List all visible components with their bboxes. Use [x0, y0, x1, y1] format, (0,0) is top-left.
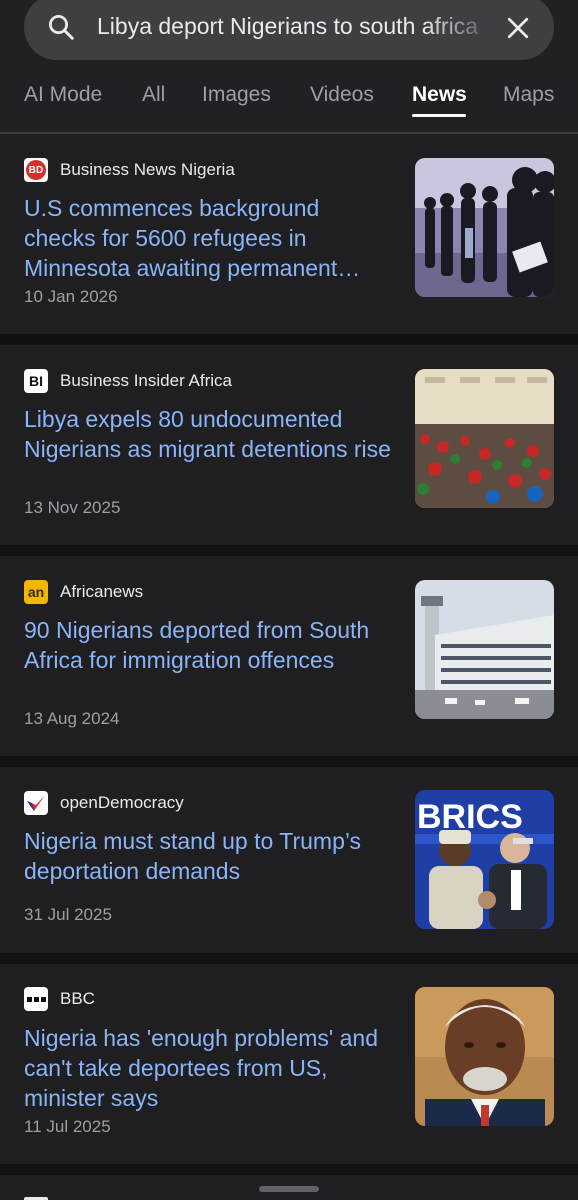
minister-portrait-photo[interactable]: [415, 987, 554, 1126]
source-logo-opendemocracy: [24, 791, 48, 815]
tab-images[interactable]: Images: [202, 83, 271, 107]
clear-icon[interactable]: [503, 13, 533, 43]
search-input[interactable]: Libya deport Nigerians to south africa: [97, 13, 497, 40]
headline-link[interactable]: Nigeria must stand up to Trump’s deporta…: [24, 826, 392, 886]
headline-link[interactable]: 90 Nigerians deported from South Africa …: [24, 615, 392, 675]
news-result-4[interactable]: openDemocracy Nigeria must stand up to T…: [0, 767, 578, 967]
source-logo-africanews: an: [24, 580, 48, 604]
publish-date: 11 Jul 2025: [24, 1117, 111, 1136]
source-name[interactable]: BBC: [60, 989, 95, 1009]
result-separator: [0, 756, 578, 767]
tab-maps[interactable]: Maps: [503, 83, 554, 107]
publish-date: 13 Nov 2025: [24, 498, 121, 517]
tab-videos[interactable]: Videos: [310, 83, 374, 107]
publish-date: 10 Jan 2026: [24, 287, 118, 306]
source-name[interactable]: Business Insider Africa: [60, 371, 232, 391]
tab-ai-mode[interactable]: AI Mode: [24, 83, 102, 107]
headline-link[interactable]: Libya expels 80 undocumented Nigerians a…: [24, 404, 392, 464]
headline-link[interactable]: Nigeria has 'enough problems' and can't …: [24, 1023, 392, 1113]
tab-all[interactable]: All: [142, 83, 165, 107]
news-result-3[interactable]: an Africanews 90 Nigerians deported from…: [0, 556, 578, 756]
search-icon[interactable]: [46, 12, 76, 42]
search-tabs: AI Mode All Images Videos News Maps: [0, 80, 578, 120]
source-name[interactable]: Africanews: [60, 582, 143, 602]
search-bar[interactable]: Libya deport Nigerians to south africa: [24, 0, 554, 60]
airport-terminal-photo[interactable]: [415, 580, 554, 719]
source-logo-business-news-nigeria: BD: [24, 158, 48, 182]
result-separator: [0, 953, 578, 964]
news-result-5[interactable]: BBC Nigeria has 'enough problems' and ca…: [0, 964, 578, 1164]
bottom-sheet-handle[interactable]: [259, 1186, 319, 1192]
active-tab-indicator: [412, 114, 466, 117]
tab-news[interactable]: News: [412, 83, 467, 107]
source-logo-business-insider: BI: [24, 369, 48, 393]
publish-date: 13 Aug 2024: [24, 709, 120, 728]
brics-leaders-photo[interactable]: BRICS: [415, 790, 554, 929]
result-separator: [0, 1164, 578, 1175]
brics-text: BRICS: [417, 798, 523, 836]
airport-hall-crowd-photo[interactable]: [415, 369, 554, 508]
news-result-1[interactable]: BD Business News Nigeria U.S commences b…: [0, 134, 578, 334]
result-separator: [0, 334, 578, 345]
result-separator: [0, 545, 578, 556]
headline-link[interactable]: U.S commences background checks for 5600…: [24, 193, 392, 283]
publish-date: 31 Jul 2025: [24, 905, 112, 924]
header: Libya deport Nigerians to south africa A…: [0, 0, 578, 134]
source-name[interactable]: Business News Nigeria: [60, 160, 235, 180]
source-logo-bbc: [24, 987, 48, 1011]
news-result-2[interactable]: BI Business Insider Africa Libya expels …: [0, 345, 578, 545]
refugees-queue-photo[interactable]: [415, 158, 554, 297]
source-name[interactable]: openDemocracy: [60, 793, 184, 813]
